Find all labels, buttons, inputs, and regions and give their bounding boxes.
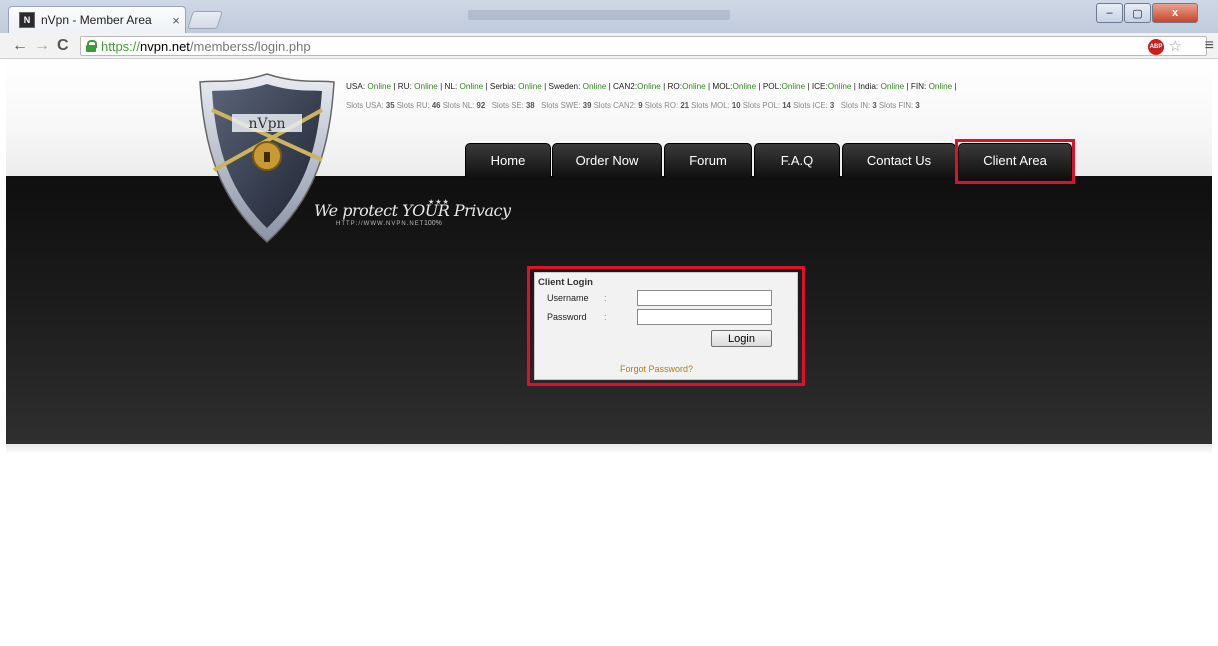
address-bar[interactable]: https://nvpn.net/memberss/login.php ABP … [80,36,1207,56]
status-fin-label: FIN: [910,82,927,91]
password-input[interactable] [637,309,772,325]
server-slots-line: Slots USA: 35 Slots RU: 46 Slots NL: 92 … [346,101,920,110]
browser-toolbar: ← → C https://nvpn.net/memberss/login.ph… [0,33,1218,59]
slots-nl-value: 92 [476,101,486,110]
browser-tab[interactable]: N nVpn - Member Area × [8,6,186,33]
window-title-blurred [468,10,730,20]
status-ru-label: RU: [397,82,412,91]
status-nl-label: NL: [444,82,458,91]
svg-text:nVpn: nVpn [248,116,285,132]
slots-can2-value: 9 [638,101,643,110]
slots-in-value: 3 [872,101,877,110]
status-sweden-value: Online [582,82,607,91]
status-mol-label: MOL: [712,82,733,91]
slots-fin-label: Slots FIN: [878,101,914,110]
username-colon: : [604,293,607,303]
status-can2-value: Online [637,82,661,91]
status-ro-value: Online [682,82,706,91]
tab-title: nVpn - Member Area [41,13,152,27]
slots-se-label: Slots SE: [491,101,524,110]
slots-usa-label: Slots USA: [346,101,384,110]
url-host: nvpn.net [140,38,190,54]
slots-ru-value: 46 [431,101,441,110]
slots-ro-label: Slots RO: [644,101,679,110]
reload-icon[interactable]: C [57,37,69,55]
slots-mol-value: 10 [731,101,741,110]
status-pol-value: Online [781,82,806,91]
slots-usa-value: 35 [385,101,395,110]
slots-mol-label: Slots MOL: [691,101,730,110]
slots-swe-label: Slots SWE: [541,101,581,110]
site-tagline: We protect YOUR Privacy [314,201,511,220]
site-favicon-icon: N [19,12,35,28]
slots-fin-value: 3 [915,101,920,110]
page-body: nVpn ★★★ We protect YOUR Privacy HTTP://… [6,60,1212,646]
slots-pol-value: 14 [782,101,791,110]
nav-order-now[interactable]: Order Now [552,143,662,177]
slots-in-label: Slots IN: [840,101,871,110]
slots-nl-label: Slots NL: [442,101,475,110]
lock-icon [85,40,97,52]
password-colon: : [604,312,607,322]
url-path: /memberss/login.php [189,38,311,54]
slots-ice-value: 3 [829,101,835,110]
status-nl-value: Online [459,82,484,91]
slots-can2-label: Slots CAN2: [593,101,637,110]
slots-pol-label: Slots POL: [742,101,781,110]
login-button[interactable]: Login [711,330,772,347]
status-sweden-label: Sweden: [548,82,581,91]
server-status-line: USA: Online | RU: Online | NL: Online | … [346,82,957,91]
status-ice-label: ICE: [811,82,828,91]
new-tab-button[interactable] [187,11,223,29]
slots-se-value: 38 [525,101,535,110]
browser-menu-icon[interactable]: ≡ [1205,37,1214,55]
status-fin-value: Online [928,82,953,91]
username-label: Username [547,293,589,303]
adblock-icon[interactable]: ABP [1148,39,1164,55]
status-india-value: Online [880,82,905,91]
status-usa-value: Online [367,82,392,91]
status-mol-value: Online [732,82,757,91]
slots-ro-value: 21 [680,101,689,110]
minimize-button[interactable]: – [1096,3,1123,23]
close-window-button[interactable]: x [1152,3,1198,23]
forward-arrow-icon[interactable]: → [34,37,50,55]
password-label: Password [547,312,587,322]
band-shadow [6,444,1212,454]
status-india-label: India: [858,82,879,91]
slots-swe-value: 39 [582,101,592,110]
bookmark-star-icon[interactable]: ☆ [1169,37,1182,55]
nav-faq[interactable]: F.A.Q [754,143,840,177]
browser-titlebar: N nVpn - Member Area × – ▢ x [0,0,1218,33]
back-arrow-icon[interactable]: ← [12,37,28,55]
status-ice-value: Online [827,82,852,91]
status-can2-label: CAN2: [613,82,638,91]
nav-home[interactable]: Home [465,143,551,177]
status-ro-label: RO: [667,82,683,91]
forgot-password-link[interactable]: Forgot Password? [620,364,693,374]
status-serbia-label: Serbia: [489,82,516,91]
client-area-highlight [955,139,1075,184]
tab-close-icon[interactable]: × [167,13,185,28]
status-serbia-value: Online [518,82,542,91]
tagline-percent: 100% [424,220,442,227]
nav-contact-us[interactable]: Contact Us [842,143,956,177]
status-ru-value: Online [414,82,438,91]
maximize-button[interactable]: ▢ [1124,3,1151,23]
status-usa-label: USA: [346,82,366,91]
slots-ru-label: Slots RU: [396,101,430,110]
login-title: Client Login [538,277,593,288]
username-input[interactable] [637,290,772,306]
tagline-url: HTTP://WWW.NVPN.NET [336,221,425,227]
status-pol-label: POL: [762,82,782,91]
url-scheme: https:// [101,38,141,54]
slots-ice-label: Slots ICE: [793,101,828,110]
nav-forum[interactable]: Forum [664,143,752,177]
